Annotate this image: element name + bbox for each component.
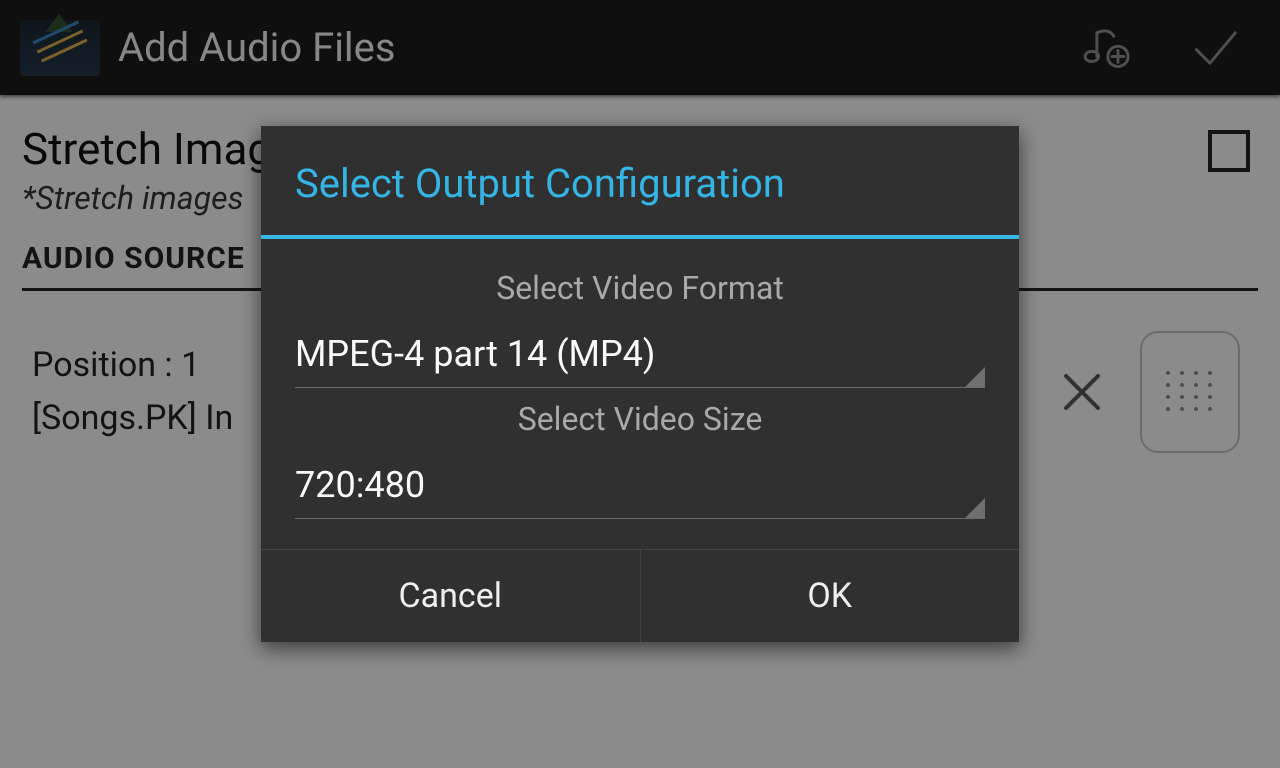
- video-size-spinner[interactable]: 720:480: [295, 450, 985, 519]
- dialog-scrim: Select Output Configuration Select Video…: [0, 0, 1280, 768]
- dialog-title: Select Output Configuration: [261, 126, 1019, 235]
- video-size-label: Select Video Size: [295, 400, 985, 438]
- cancel-button[interactable]: Cancel: [261, 550, 640, 642]
- output-config-dialog: Select Output Configuration Select Video…: [261, 126, 1019, 642]
- video-format-spinner[interactable]: MPEG-4 part 14 (MP4): [295, 319, 985, 388]
- video-format-label: Select Video Format: [295, 269, 985, 307]
- ok-button[interactable]: OK: [640, 550, 1020, 642]
